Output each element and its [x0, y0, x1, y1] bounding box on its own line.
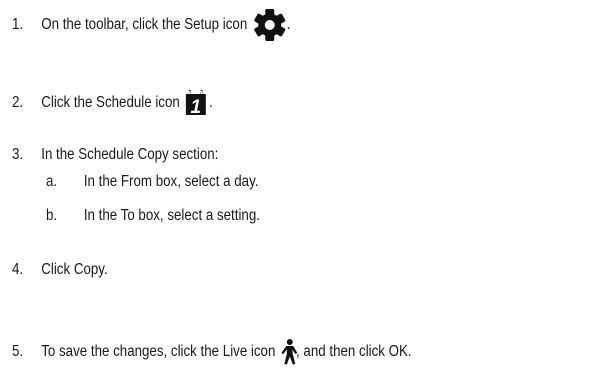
step-text: In the Schedule Copy section: — [41, 146, 219, 163]
step-4: 4. Click Copy. — [12, 260, 108, 280]
substep-text: In the To box, select a setting. — [83, 207, 260, 224]
calendar-icon-number: 1 — [191, 97, 202, 116]
step-5: 5. To save the changes, click the Live i… — [12, 339, 412, 365]
calendar-icon: 1 — [185, 90, 207, 116]
step-number: 2. — [12, 94, 24, 111]
step-3-substep-a: a. In the From box, select a day. — [46, 172, 258, 192]
step-number: 1. — [12, 16, 24, 33]
step-3-substep-b: b. In the To box, select a setting. — [46, 206, 260, 226]
gear-icon — [252, 9, 286, 41]
substep-text: In the From box, select a day. — [83, 173, 259, 190]
step-text: To save the changes, click the Live icon — [41, 343, 276, 360]
step-3: 3. In the Schedule Copy section: — [12, 145, 218, 165]
step-text: Click Copy. — [41, 261, 108, 278]
step-number: 3. — [12, 146, 24, 163]
step-number: 4. — [12, 261, 24, 278]
walking-person-icon — [281, 339, 299, 365]
step-1: 1. On the toolbar, click the Setup icon … — [12, 9, 291, 41]
step-text-suffix: . — [286, 16, 291, 33]
step-text: Click the Schedule icon — [41, 94, 180, 111]
step-text-suffix: . — [209, 94, 213, 111]
step-2: 2. Click the Schedule icon 1 . — [12, 90, 213, 116]
instruction-document: 1. On the toolbar, click the Setup icon … — [0, 0, 589, 374]
substep-letter: a. — [46, 173, 58, 190]
substep-letter: b. — [46, 207, 58, 224]
step-text: On the toolbar, click the Setup icon — [41, 16, 248, 33]
step-text-suffix: , and then click OK. — [296, 343, 412, 360]
step-number: 5. — [12, 343, 24, 360]
